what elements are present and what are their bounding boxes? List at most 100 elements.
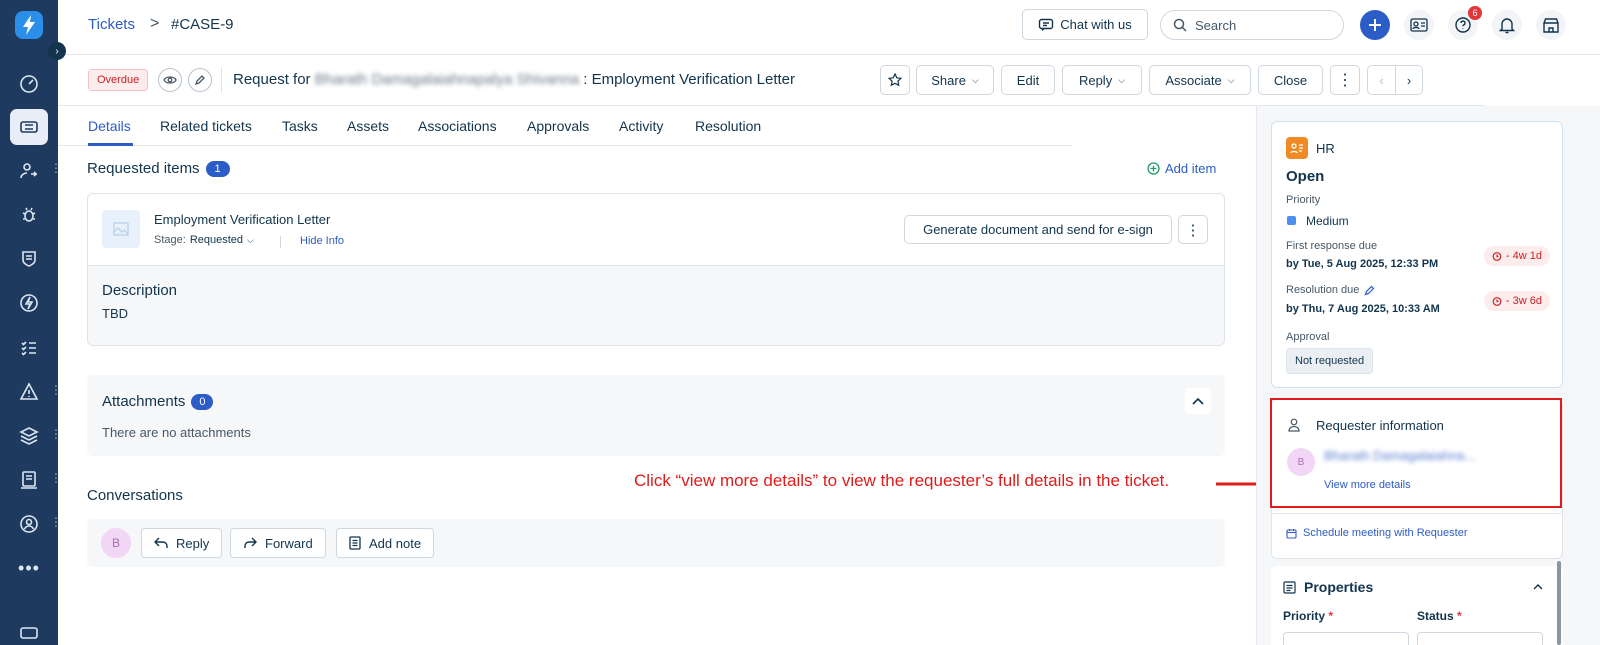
- ticket-header: Overdue Request for Bharath Damagalaiahn…: [58, 55, 1485, 106]
- requested-item-card: Employment Verification Letter Stage: Re…: [87, 193, 1225, 346]
- associate-button[interactable]: Associate ⌵: [1149, 65, 1251, 95]
- star-icon[interactable]: [880, 65, 910, 95]
- bolt-logo-icon[interactable]: [10, 7, 48, 43]
- first-response-timer: - 4w 1d: [1483, 246, 1550, 266]
- forward-label: Forward: [265, 535, 313, 551]
- layers-icon[interactable]: [10, 418, 48, 454]
- prop-status-select[interactable]: [1417, 632, 1543, 645]
- edit-pencil-icon[interactable]: [188, 68, 212, 92]
- bug-icon[interactable]: [10, 197, 48, 233]
- attachments-count: 0: [191, 393, 214, 410]
- conversation-reply-button[interactable]: Reply: [141, 528, 223, 558]
- prop-priority-select[interactable]: [1283, 632, 1409, 645]
- tab-related-tickets[interactable]: Related tickets: [160, 118, 252, 134]
- edit-label: Edit: [1016, 72, 1040, 88]
- ticket-subject: Request for Bharath Damagalaiahnapalya S…: [233, 71, 795, 88]
- first-response-value: by Tue, 5 Aug 2025, 12:33 PM: [1286, 258, 1439, 270]
- previous-ticket-icon[interactable]: ‹: [1367, 65, 1395, 95]
- resolution-label: Resolution due: [1286, 284, 1360, 296]
- top-bar: Tickets > #CASE-9 Chat with us Search 6: [58, 0, 1600, 55]
- ticket-icon[interactable]: [10, 109, 48, 145]
- bell-icon[interactable]: [1492, 10, 1522, 40]
- item-more-icon[interactable]: ⋮: [1178, 215, 1208, 244]
- item-stage[interactable]: Stage: Requested ⌵: [154, 234, 254, 246]
- document-icon[interactable]: [10, 462, 48, 498]
- help-icon[interactable]: 6: [1448, 6, 1482, 40]
- share-button[interactable]: Share ⌵: [916, 65, 994, 95]
- resolution-timer: - 3w 6d: [1483, 291, 1550, 311]
- sidebar-item-menu-icon[interactable]: ⋮: [50, 384, 62, 396]
- sidebar: › ⋮ ⋮ ⋮ ⋮ ⋮ •••: [0, 0, 66, 645]
- watch-eye-icon[interactable]: [158, 68, 182, 92]
- generate-document-button[interactable]: Generate document and send for e-sign: [904, 215, 1172, 244]
- item-image-icon: [102, 210, 140, 248]
- next-ticket-icon[interactable]: ›: [1395, 65, 1423, 95]
- tab-assets[interactable]: Assets: [347, 118, 389, 134]
- close-button[interactable]: Close: [1258, 65, 1323, 95]
- add-note-button[interactable]: Add note: [336, 528, 435, 558]
- add-circle-icon: [1147, 162, 1160, 175]
- sidebar-item-menu-icon[interactable]: ⋮: [50, 428, 62, 440]
- main-content: Requested items 1 Add item Employment Ve…: [58, 146, 1255, 645]
- add-item-button[interactable]: Add item: [1147, 161, 1216, 176]
- first-response-chip: - 4w 1d: [1505, 250, 1542, 262]
- people-circle-icon[interactable]: [10, 506, 48, 542]
- tab-details[interactable]: Details: [88, 118, 131, 134]
- sidebar-item-menu-icon[interactable]: ⋮: [50, 472, 62, 484]
- tab-approvals[interactable]: Approvals: [527, 118, 589, 134]
- checklist-icon[interactable]: [10, 330, 48, 366]
- prop-status-text: Status: [1417, 609, 1454, 623]
- edit-pencil-icon[interactable]: [1364, 285, 1375, 296]
- search-input[interactable]: Search: [1160, 10, 1344, 40]
- reply-button[interactable]: Reply ⌵: [1062, 65, 1142, 95]
- user-switch-icon[interactable]: [10, 153, 48, 189]
- approval-value: Not requested: [1286, 348, 1374, 374]
- lightning-circle-icon[interactable]: [10, 285, 48, 321]
- gauge-icon[interactable]: [10, 66, 48, 102]
- tab-resolution[interactable]: Resolution: [695, 118, 761, 134]
- group-name: HR: [1316, 141, 1335, 156]
- schedule-meeting-link[interactable]: Schedule meeting with Requester: [1286, 527, 1467, 539]
- more-icon[interactable]: •••: [10, 550, 48, 586]
- more-options-icon[interactable]: ⋮: [1330, 65, 1360, 95]
- keyboard-icon[interactable]: [10, 612, 48, 645]
- contact-card-icon[interactable]: [1404, 10, 1434, 40]
- requester-name-blurred: Bharath Damagalaiahnapalya Shivanna: [314, 71, 580, 88]
- collapse-attachments-icon[interactable]: [1185, 388, 1211, 414]
- subject-prefix: Request for: [233, 71, 311, 88]
- requested-items-count: 1: [205, 160, 230, 177]
- breadcrumb-tickets-link[interactable]: Tickets: [88, 16, 135, 33]
- first-response-label: First response due: [1286, 240, 1378, 252]
- hr-group-icon: [1286, 137, 1308, 159]
- conversation-actions-bar: B Reply Forward Add note: [87, 519, 1225, 567]
- timer-icon: [1492, 297, 1502, 306]
- reply-label: Reply: [176, 535, 210, 551]
- header-divider: [221, 67, 222, 93]
- chevron-up-icon[interactable]: [1533, 583, 1543, 590]
- tab-associations[interactable]: Associations: [418, 118, 497, 134]
- stage-divider: [280, 236, 281, 248]
- sidebar-item-menu-icon[interactable]: ⋮: [50, 516, 62, 528]
- attachments-section: Attachments 0 There are no attachments: [87, 375, 1225, 456]
- attachments-title: Attachments: [102, 393, 186, 410]
- requested-items-header: Requested items 1: [87, 160, 230, 177]
- store-icon[interactable]: [1536, 10, 1566, 40]
- edit-button[interactable]: Edit: [1001, 65, 1055, 95]
- warning-icon[interactable]: [10, 374, 48, 410]
- chat-with-us-button[interactable]: Chat with us: [1022, 9, 1148, 40]
- approval-label: Approval: [1286, 331, 1330, 343]
- forward-button[interactable]: Forward: [230, 528, 326, 558]
- resolution-due-row: Resolution due: [1286, 284, 1375, 296]
- properties-icon: [1283, 581, 1296, 594]
- stage-label: Stage:: [154, 234, 186, 246]
- prop-priority-label: Priority *: [1283, 609, 1333, 623]
- add-new-icon[interactable]: [1360, 10, 1390, 40]
- panel-scrollbar[interactable]: [1557, 561, 1561, 645]
- calendar-icon: [1286, 528, 1297, 539]
- tab-tasks[interactable]: Tasks: [282, 118, 318, 134]
- tab-activity[interactable]: Activity: [619, 118, 663, 134]
- shield-icon[interactable]: [10, 241, 48, 277]
- sidebar-collapse-icon[interactable]: ›: [48, 42, 66, 60]
- sidebar-item-menu-icon[interactable]: ⋮: [50, 162, 62, 174]
- hide-info-link[interactable]: Hide Info: [300, 235, 344, 247]
